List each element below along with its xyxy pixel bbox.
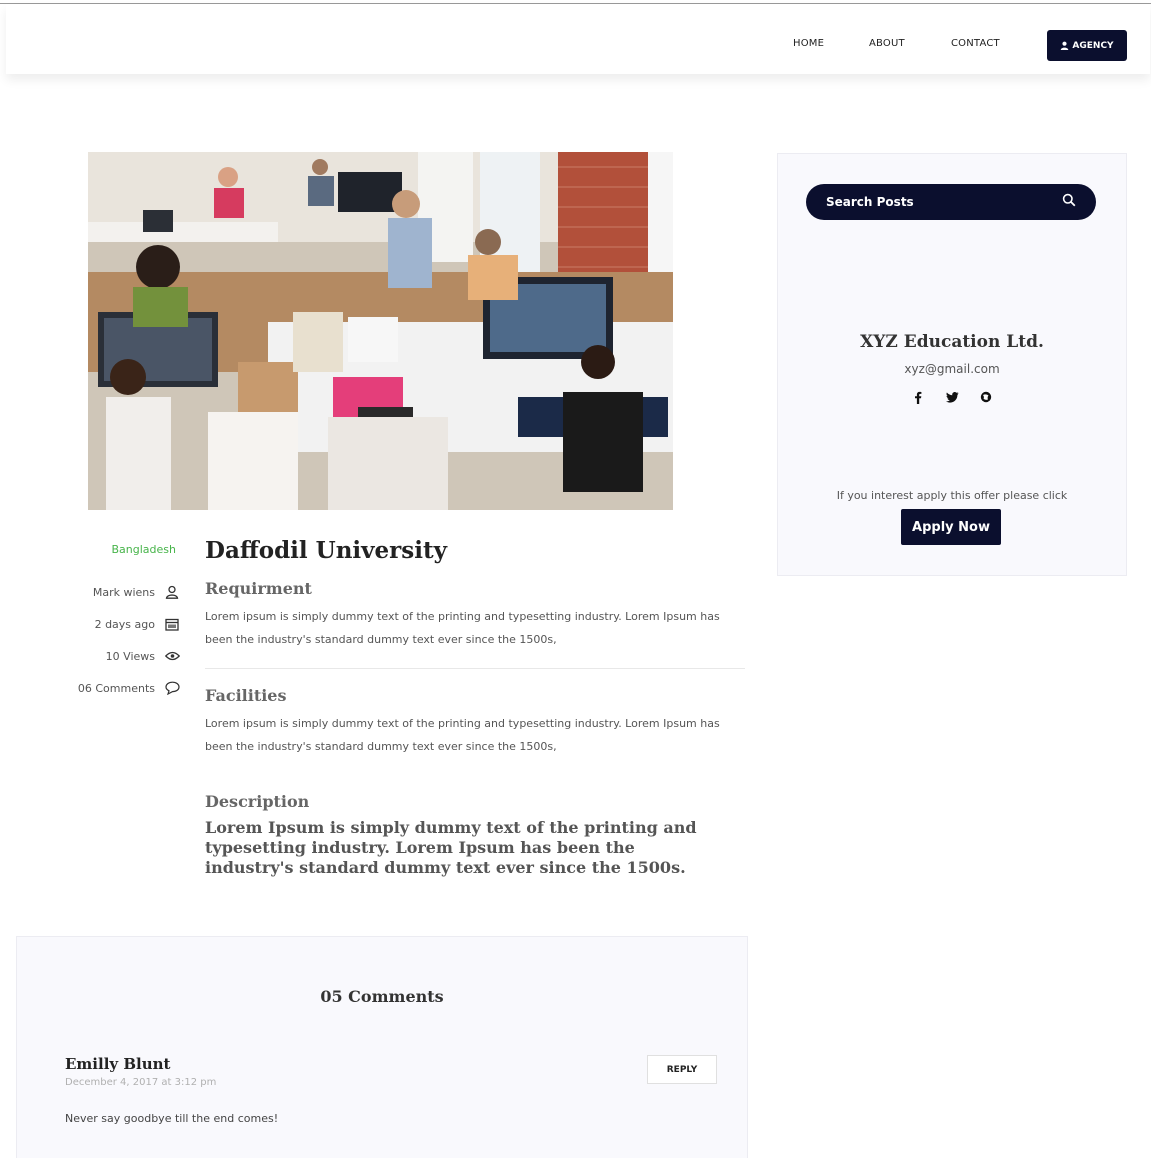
social-links bbox=[778, 388, 1126, 406]
globe-icon[interactable] bbox=[977, 388, 995, 406]
meta-comments: 06 Comments bbox=[40, 679, 180, 697]
agency-button[interactable]: AGENCY bbox=[1047, 30, 1127, 61]
calendar-icon bbox=[164, 616, 180, 632]
comments-section: 05 Comments Emilly Blunt December 4, 201… bbox=[16, 936, 748, 1158]
sidebar: XYZ Education Ltd. xyz@gmail.com If you … bbox=[777, 153, 1127, 576]
search-icon[interactable] bbox=[1062, 193, 1078, 209]
section-divider bbox=[205, 668, 745, 669]
comment-date: December 4, 2017 at 3:12 pm bbox=[65, 1077, 217, 1088]
post-comments-count: 06 Comments bbox=[77, 681, 155, 695]
agency-button-label: AGENCY bbox=[1072, 40, 1114, 51]
post-country: Bangladesh bbox=[111, 543, 177, 556]
user-icon bbox=[1061, 41, 1069, 50]
apply-now-button[interactable]: Apply Now bbox=[901, 509, 1001, 545]
post-title: Daffodil University bbox=[205, 537, 447, 564]
comment-author: Emilly Blunt bbox=[65, 1055, 171, 1073]
author-name: Mark wiens bbox=[92, 585, 155, 599]
search-input[interactable] bbox=[824, 194, 1058, 210]
facilities-text: Lorem ipsum is simply dummy text of the … bbox=[205, 717, 720, 753]
apply-note: If you interest apply this offer please … bbox=[836, 489, 1068, 502]
nav-contact-link[interactable]: CONTACT bbox=[951, 38, 1000, 49]
nav-about-link[interactable]: ABOUT bbox=[869, 38, 905, 49]
comments-title: 05 Comments bbox=[320, 987, 444, 1006]
meta-views: 10 Views bbox=[40, 647, 180, 665]
description-heading: Description bbox=[205, 792, 310, 811]
company-email: xyz@gmail.com bbox=[904, 362, 1000, 376]
requirement-text: Lorem ipsum is simply dummy text of the … bbox=[205, 610, 720, 646]
post-hero-image bbox=[88, 152, 673, 510]
search-bar[interactable] bbox=[806, 184, 1096, 220]
navbar: HOME ABOUT CONTACT bbox=[6, 4, 1150, 74]
requirement-heading: Requirment bbox=[205, 579, 312, 598]
user-outline-icon bbox=[164, 584, 180, 600]
facilities-heading: Facilities bbox=[205, 686, 287, 705]
meta-date: 2 days ago bbox=[40, 615, 180, 633]
post-views: 10 Views bbox=[105, 649, 155, 663]
comment-text: Never say goodbye till the end comes! bbox=[65, 1112, 279, 1125]
description-text: Lorem Ipsum is simply dummy text of the … bbox=[205, 818, 697, 877]
eye-icon bbox=[164, 648, 180, 664]
twitter-icon[interactable] bbox=[943, 388, 961, 406]
comment-bubble-icon bbox=[164, 680, 180, 696]
post-date: 2 days ago bbox=[94, 617, 155, 631]
reply-button[interactable]: REPLY bbox=[647, 1055, 717, 1084]
facebook-icon[interactable] bbox=[909, 388, 927, 406]
company-name: XYZ Education Ltd. bbox=[860, 332, 1044, 352]
nav-home-link[interactable]: HOME bbox=[793, 38, 824, 49]
meta-author: Mark wiens bbox=[40, 583, 180, 601]
